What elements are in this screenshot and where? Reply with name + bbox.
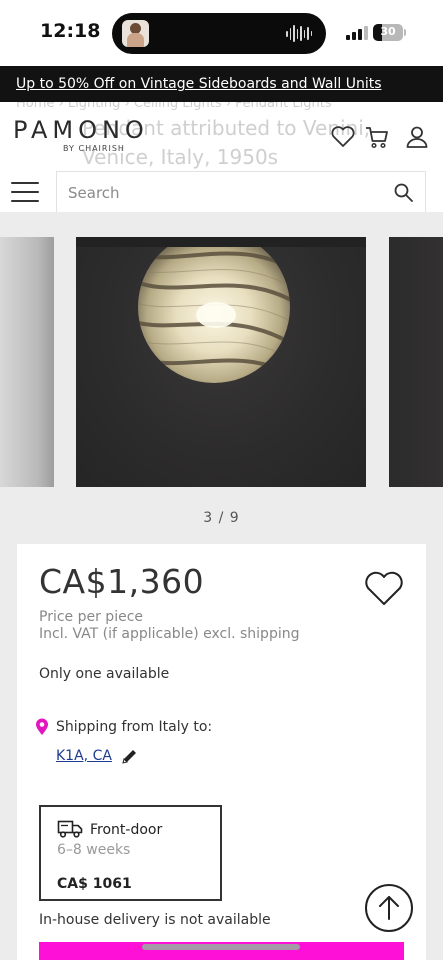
dynamic-island[interactable]	[112, 13, 326, 54]
carousel-counter: 3 / 9	[203, 510, 240, 526]
battery-tip	[404, 29, 406, 36]
cart-icon[interactable]	[364, 124, 390, 150]
battery-percent: 30	[380, 25, 396, 38]
arrow-up-icon	[379, 896, 399, 920]
pendant-lamp-photo	[138, 237, 290, 383]
delivery-price: CA$ 1061	[57, 876, 132, 892]
search-placeholder: Search	[68, 184, 120, 202]
search-input[interactable]: Search	[56, 171, 426, 213]
price-per-piece-note: Price per piece	[39, 609, 144, 625]
delivery-label: Front-door	[90, 822, 163, 838]
shipping-destination-link[interactable]: K1A, CA	[56, 748, 112, 764]
delivery-truck-icon	[57, 820, 83, 838]
cellular-signal-icon	[346, 26, 368, 40]
delivery-time: 6–8 weeks	[57, 842, 131, 858]
delivery-option-front-door[interactable]: Front-door 6–8 weeks CA$ 1061	[39, 805, 222, 901]
logo-wordmark: PAMONO	[13, 116, 149, 144]
heart-icon[interactable]	[330, 124, 356, 150]
availability-text: Only one available	[39, 666, 170, 682]
carousel-next-image[interactable]	[389, 237, 443, 487]
battery-icon: 30	[373, 24, 403, 41]
scroll-to-top-button[interactable]	[365, 884, 413, 932]
user-icon[interactable]	[404, 124, 430, 150]
inhouse-delivery-note: In-house delivery is not available	[39, 912, 271, 928]
logo-subtitle: BY CHAIRISH	[63, 144, 125, 153]
status-bar: 12:18 30	[0, 0, 443, 66]
favorite-heart-icon[interactable]	[363, 570, 405, 608]
status-time: 12:18	[40, 20, 101, 42]
hamburger-menu-icon[interactable]	[11, 179, 39, 205]
search-icon[interactable]	[393, 182, 414, 203]
island-thumbnail	[122, 20, 149, 47]
product-info-card: CA$1,360 Price per piece Incl. VAT (if a…	[17, 544, 426, 960]
home-indicator[interactable]	[142, 944, 300, 950]
carousel-prev-image[interactable]	[0, 237, 54, 487]
shipping-from-label: Shipping from Italy to:	[56, 719, 213, 735]
vat-note: Incl. VAT (if applicable) excl. shipping	[39, 626, 300, 642]
pamono-logo[interactable]: PAMONO BY CHAIRISH	[13, 116, 179, 154]
carousel-current-image[interactable]	[76, 237, 366, 487]
product-price: CA$1,360	[39, 562, 205, 601]
promo-banner[interactable]: Up to 50% Off on Vintage Sideboards and …	[0, 66, 443, 102]
audio-wave-icon	[286, 24, 312, 43]
location-pin-icon	[36, 718, 48, 735]
promo-link[interactable]: Up to 50% Off on Vintage Sideboards and …	[16, 76, 382, 92]
image-carousel[interactable]	[0, 212, 443, 502]
pencil-edit-icon[interactable]	[119, 747, 139, 767]
ghost-breadcrumb: Home › Lighting › Ceiling Lights › Penda…	[16, 102, 332, 111]
